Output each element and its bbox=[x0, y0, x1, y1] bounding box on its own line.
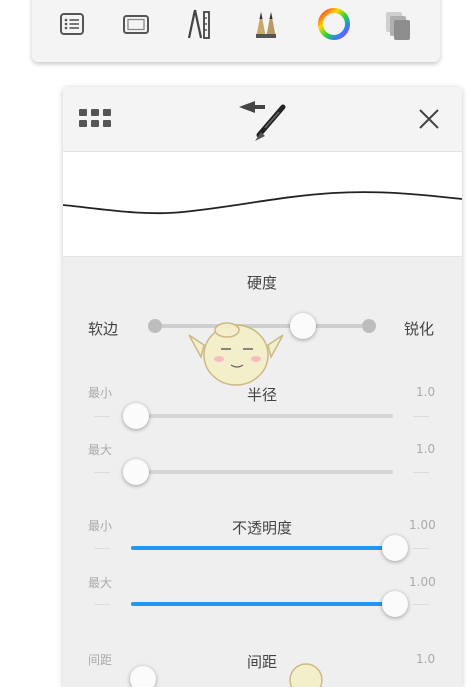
hardness-slider-track[interactable] bbox=[155, 324, 368, 328]
brush-pair-icon[interactable] bbox=[246, 4, 286, 44]
radius-max-label: 最大 bbox=[88, 443, 113, 457]
opacity-min-thumb[interactable] bbox=[382, 535, 408, 561]
radius-min-label: 最小 bbox=[88, 386, 113, 400]
brush-return-icon[interactable] bbox=[235, 95, 291, 145]
panel-header bbox=[63, 87, 462, 151]
radius-max-track[interactable] bbox=[131, 470, 393, 474]
opacity-max-thumb[interactable] bbox=[382, 591, 408, 617]
radius-min-value: 1.0 bbox=[416, 385, 436, 399]
close-icon[interactable] bbox=[419, 109, 439, 129]
opacity-max-label: 最大 bbox=[88, 576, 113, 590]
opacity-max-left-tick bbox=[94, 604, 110, 605]
opacity-title: 不透明度 bbox=[231, 519, 293, 537]
opacity-max-right-tick bbox=[413, 604, 429, 605]
radius-max-thumb[interactable] bbox=[123, 459, 149, 485]
opacity-min-value: 1.00 bbox=[409, 518, 436, 532]
spacing-value: 1.0 bbox=[416, 652, 436, 666]
list-icon[interactable] bbox=[52, 4, 92, 44]
radius-min-left-tick bbox=[94, 416, 110, 417]
spacing-label: 间距 bbox=[88, 653, 113, 667]
hardness-soft-label: 软边 bbox=[88, 320, 119, 338]
radius-max-right-tick bbox=[413, 472, 429, 473]
radius-min-right-tick bbox=[413, 416, 429, 417]
layers-icon[interactable] bbox=[378, 4, 418, 44]
radius-title: 半径 bbox=[246, 386, 278, 404]
hardness-max-dot bbox=[362, 319, 376, 333]
main-toolbar bbox=[32, 0, 440, 62]
opacity-min-left-tick bbox=[94, 548, 110, 549]
brush-settings-panel: 硬度 软边 锐化 最小 半径 1.0 最大 1.0 最小 不透明度 1.00 最… bbox=[63, 87, 462, 687]
radius-min-thumb[interactable] bbox=[123, 403, 149, 429]
opacity-max-track[interactable] bbox=[131, 602, 395, 606]
opacity-min-label: 最小 bbox=[88, 519, 113, 533]
hardness-title: 硬度 bbox=[246, 274, 278, 292]
stroke-preview bbox=[63, 151, 462, 257]
spacing-title: 间距 bbox=[246, 653, 278, 671]
hardness-min-dot bbox=[148, 319, 162, 333]
opacity-min-track[interactable] bbox=[131, 546, 395, 550]
canvas-frame-icon[interactable] bbox=[116, 4, 156, 44]
color-wheel-icon[interactable] bbox=[314, 4, 354, 44]
grid-menu-icon[interactable] bbox=[79, 109, 111, 129]
opacity-min-right-tick bbox=[413, 548, 429, 549]
opacity-max-value: 1.00 bbox=[409, 575, 436, 589]
radius-max-value: 1.0 bbox=[416, 442, 436, 456]
hardness-slider-thumb[interactable] bbox=[290, 313, 316, 339]
ruler-pencil-icon[interactable] bbox=[178, 4, 218, 44]
spacing-thumb[interactable] bbox=[130, 666, 156, 687]
radius-max-left-tick bbox=[94, 472, 110, 473]
hardness-sharp-label: 锐化 bbox=[404, 320, 435, 338]
radius-min-track[interactable] bbox=[131, 414, 393, 418]
mascot-peek-icon bbox=[288, 660, 324, 687]
